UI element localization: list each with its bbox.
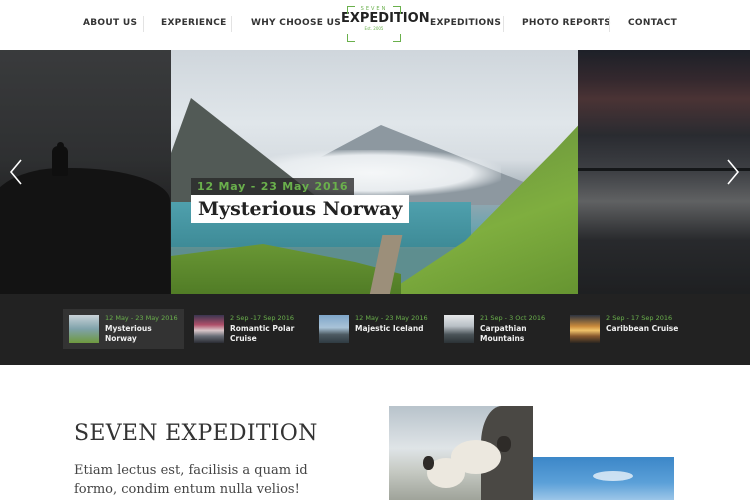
thumbnail-item[interactable]: 2 Sep -17 Sep 2016 Romantic Polar Cruise (188, 309, 298, 349)
chevron-left-icon[interactable] (9, 158, 23, 186)
about-photo-sheep (389, 406, 533, 500)
thumbnail-item[interactable]: 2 Sep - 17 Sep 2016 Caribbean Cruise (564, 309, 678, 349)
hero-slider (0, 50, 750, 294)
thumbnail-title: Carpathian Mountains (480, 324, 527, 343)
top-navigation: ABOUT US EXPERIENCE WHY CHOOSE US SEVEN … (0, 0, 750, 50)
thumbnail-date: 12 May - 23 May 2016 (105, 314, 178, 322)
slide-date: 12 May - 23 May 2016 (191, 178, 355, 195)
nav-expeditions[interactable]: EXPEDITIONS (430, 18, 501, 28)
thumbnail-image (444, 315, 474, 343)
thumbnail-title: Mysterious Norway (105, 324, 152, 343)
thumbnail-date: 21 Sep - 3 Oct 2016 (480, 314, 546, 322)
thumbnail-item[interactable]: 12 May - 23 May 2016 Mysterious Norway (63, 309, 184, 349)
nav-divider (609, 16, 610, 32)
slide-active-image (171, 50, 578, 294)
thumbnail-date: 2 Sep - 17 Sep 2016 (606, 314, 673, 322)
slide-previous-image[interactable] (0, 50, 171, 294)
nav-photo-reports[interactable]: PHOTO REPORTS (522, 18, 611, 28)
nav-divider (143, 16, 144, 32)
chevron-right-icon[interactable] (726, 158, 740, 186)
expedition-thumbnail-strip: 12 May - 23 May 2016 Mysterious Norway 2… (0, 294, 750, 365)
nav-about-us[interactable]: ABOUT US (83, 18, 137, 28)
slide-next-image[interactable] (578, 50, 750, 294)
site-logo[interactable]: SEVEN EXPEDITION Est. 2005 (341, 6, 430, 42)
nav-experience[interactable]: EXPERIENCE (161, 18, 227, 28)
thumbnail-image (194, 315, 224, 343)
nav-divider (231, 16, 232, 32)
thumbnail-image (570, 315, 600, 343)
thumbnail-image (69, 315, 99, 343)
nav-contact[interactable]: CONTACT (628, 18, 677, 28)
thumbnail-title: Majestic Iceland (355, 324, 424, 333)
about-photo-sky (533, 457, 674, 500)
about-section-title: SEVEN EXPEDITION (74, 421, 318, 446)
thumbnail-date: 2 Sep -17 Sep 2016 (230, 314, 295, 322)
thumbnail-title: Romantic Polar Cruise (230, 324, 295, 343)
logo-main-text: EXPEDITION (341, 11, 430, 26)
nav-why-choose-us[interactable]: WHY CHOOSE US (251, 18, 341, 28)
thumbnail-image (319, 315, 349, 343)
slide-title[interactable]: Mysterious Norway (191, 195, 410, 223)
nav-divider (503, 16, 504, 32)
thumbnail-item[interactable]: 21 Sep - 3 Oct 2016 Carpathian Mountains (438, 309, 548, 349)
thumbnail-item[interactable]: 12 May - 23 May 2016 Majestic Iceland (313, 309, 428, 349)
thumbnail-date: 12 May - 23 May 2016 (355, 314, 428, 322)
about-section-text: Etiam lectus est, facilisis a quam id fo… (74, 463, 308, 497)
logo-est-text: Est. 2005 (364, 26, 384, 31)
thumbnail-title: Caribbean Cruise (606, 324, 679, 333)
